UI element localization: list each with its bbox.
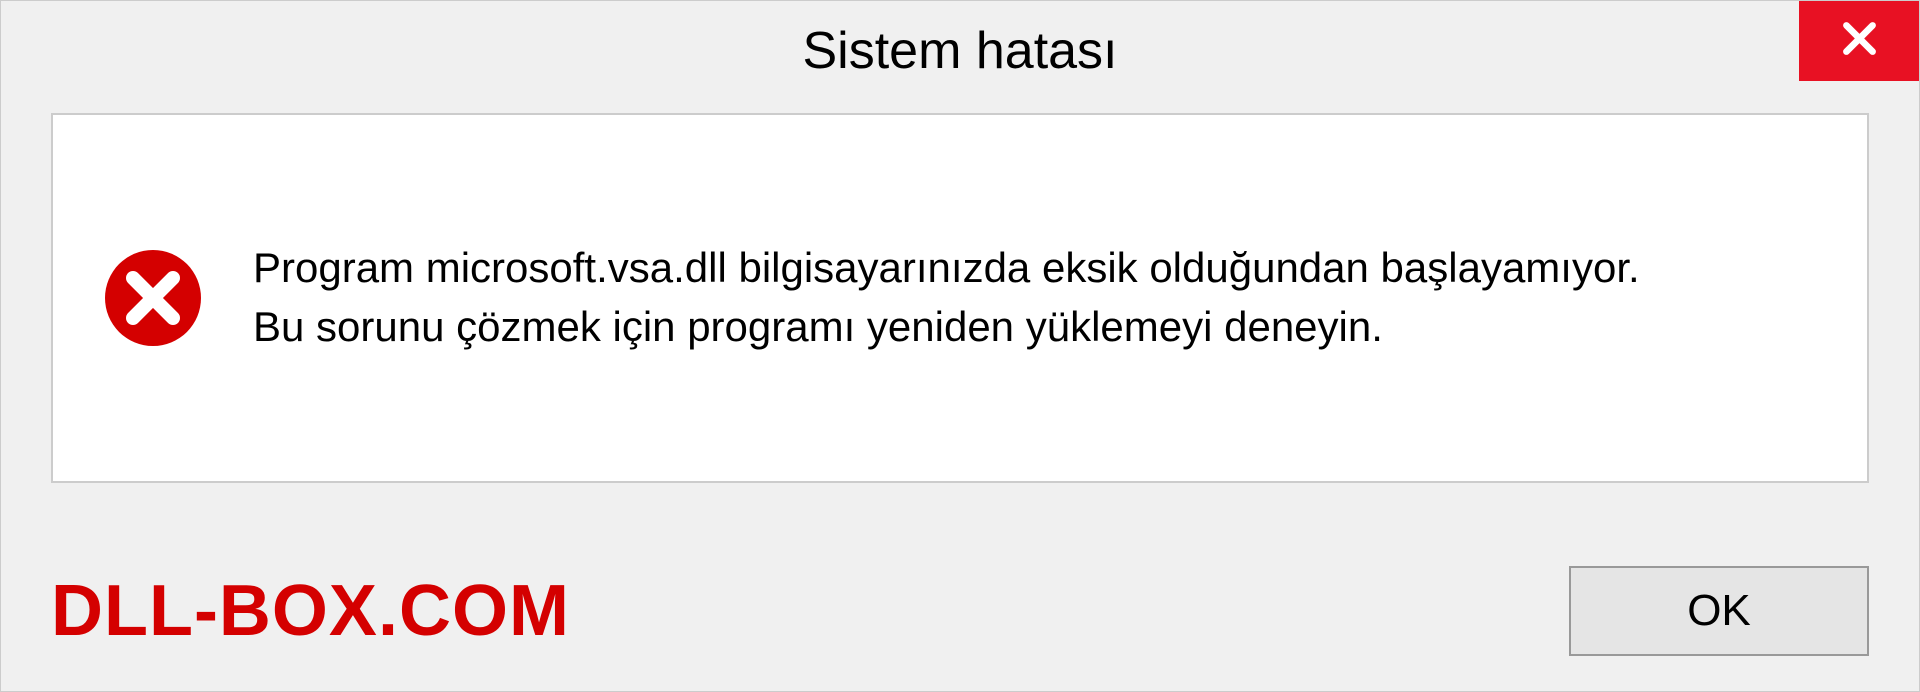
watermark-text: DLL-BOX.COM [51, 570, 570, 652]
message-panel: Program microsoft.vsa.dll bilgisayarınız… [51, 113, 1869, 483]
footer: DLL-BOX.COM OK [1, 556, 1919, 666]
message-line-1: Program microsoft.vsa.dll bilgisayarınız… [253, 239, 1640, 298]
close-button[interactable] [1799, 1, 1919, 81]
ok-button-label: OK [1687, 586, 1751, 636]
error-message: Program microsoft.vsa.dll bilgisayarınız… [253, 239, 1640, 357]
ok-button[interactable]: OK [1569, 566, 1869, 656]
message-line-2: Bu sorunu çözmek için programı yeniden y… [253, 298, 1640, 357]
titlebar: Sistem hatası [1, 1, 1919, 101]
error-icon [103, 248, 203, 348]
close-icon [1837, 16, 1882, 66]
window-title: Sistem hatası [802, 21, 1117, 81]
